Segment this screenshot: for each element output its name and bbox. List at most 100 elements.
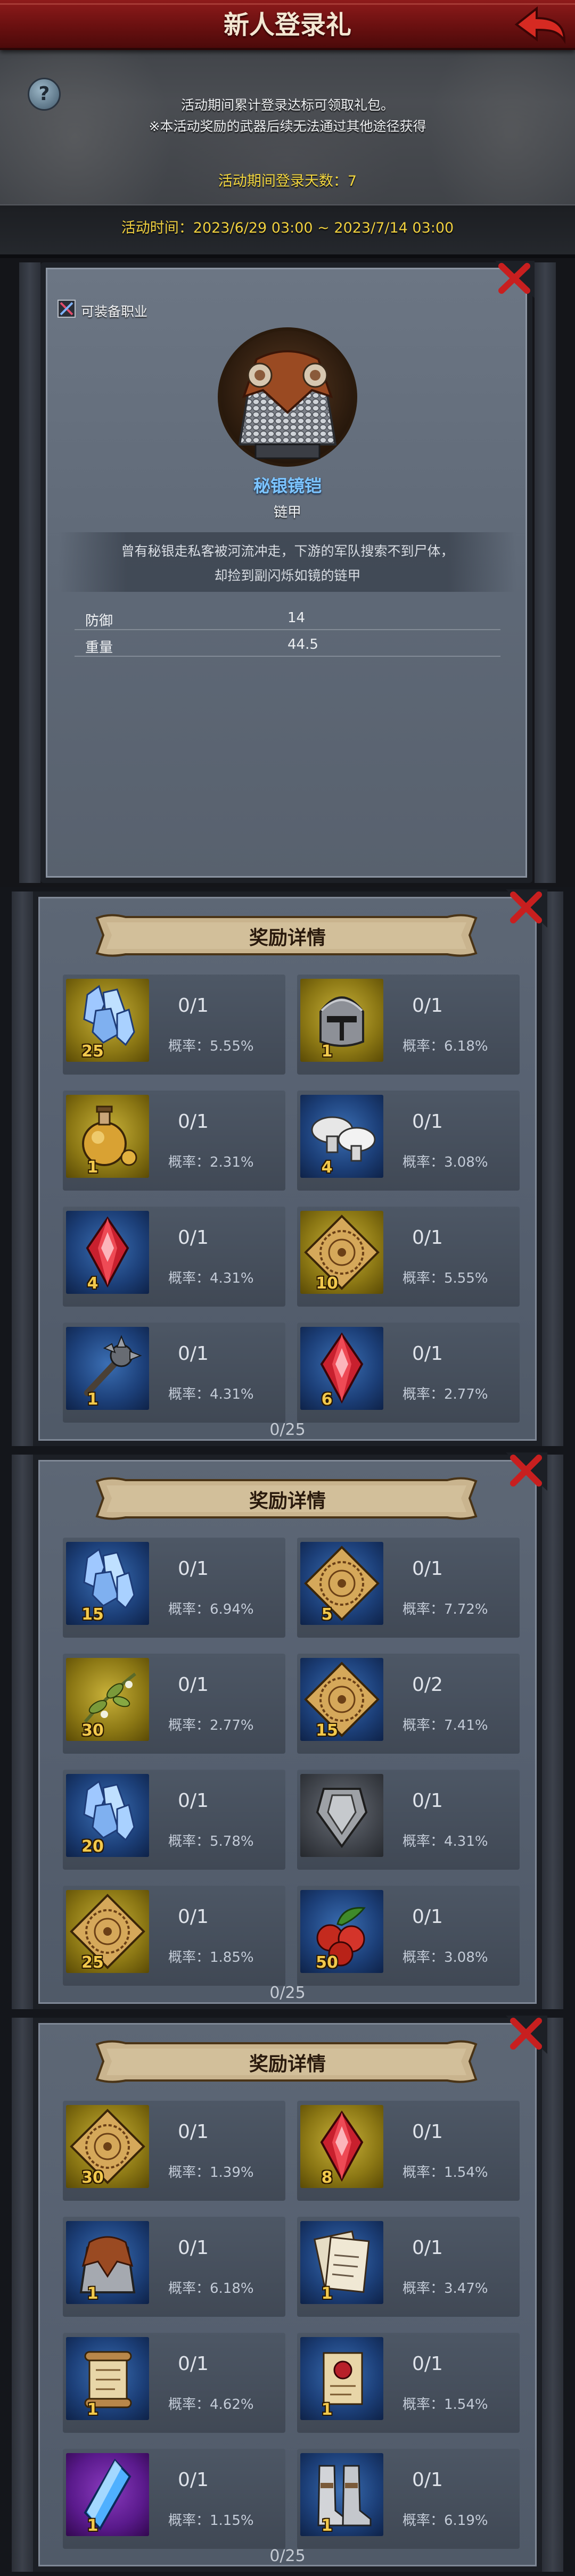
reward-item-probability: 概率：3.08% [402, 1154, 488, 1170]
reward-item-icon-frame[interactable]: 50 [300, 1890, 383, 1973]
reward-item-icon-frame[interactable]: 1 [300, 2221, 383, 2304]
reward-item-count: 1 [87, 1390, 98, 1409]
reward-item[interactable]: 30 0/1 概率：1.39% [63, 2101, 285, 2201]
reward-item-probability: 概率：3.47% [402, 2281, 488, 2297]
reward-item-icon-frame[interactable]: 4 [300, 1095, 383, 1178]
reward-item-count: 1 [87, 2516, 98, 2535]
reward-item-count: 1 [87, 2284, 98, 2303]
reward-item-progress: 0/1 [178, 2121, 209, 2143]
reward-item-count: 1 [321, 1042, 333, 1061]
right-rail [542, 1455, 563, 2009]
reward-item-probability: 概率：6.19% [402, 2513, 488, 2529]
reward-item-icon-frame[interactable]: 25 [66, 1890, 149, 1973]
reward-item-count: 20 [81, 1837, 104, 1856]
item-description-line1: 曾有秘银走私客被河流冲走，下游的军队搜索不到尸体， [121, 543, 454, 559]
reward-item[interactable]: 1 0/1 概率：2.31% [63, 1091, 285, 1191]
stat-name: 重量 [85, 640, 113, 656]
reward-item-probability: 概率：2.77% [168, 1718, 254, 1733]
reward-item-count: 25 [81, 1042, 104, 1061]
reward-item-probability: 概率：1.15% [168, 2513, 254, 2529]
reward-item-probability: 概率：1.39% [168, 2165, 254, 2181]
reward-item[interactable]: 25 0/1 概率：1.85% [63, 1886, 285, 1986]
reward-item[interactable]: 15 0/2 概率：7.41% [297, 1654, 520, 1754]
right-rail [542, 891, 563, 1446]
reward-item[interactable]: 10 0/1 概率：5.55% [297, 1207, 520, 1307]
reward-item[interactable]: 20 0/1 概率：5.78% [63, 1770, 285, 1870]
reward-item-count: 30 [81, 2168, 104, 2187]
reward-item-progress: 0/1 [178, 2469, 209, 2491]
reward-title: 奖励详情 [249, 927, 326, 949]
reward-item[interactable]: 50 0/1 概率：3.08% [297, 1886, 520, 1986]
reward-item[interactable]: 5 0/1 概率：7.72% [297, 1538, 520, 1638]
reward-item-icon-frame[interactable]: 1 [66, 1327, 149, 1410]
reward-item[interactable]: 15 0/1 概率：6.94% [63, 1538, 285, 1638]
equip-class-label[interactable]: 可装备职业 [81, 301, 147, 320]
reward-item-icon-frame[interactable]: 1 [66, 1095, 149, 1178]
mithril-mirror-armor-portrait [218, 327, 357, 467]
reward-item-icon-frame[interactable]: 4 [66, 1211, 149, 1294]
reward-item-progress: 0/1 [178, 1343, 209, 1365]
reward-item-icon-frame[interactable] [300, 1774, 383, 1857]
reward-item[interactable]: 1 0/1 概率：6.19% [297, 2449, 520, 2549]
reward-item-progress: 0/1 [178, 2353, 209, 2375]
reward-item-probability: 概率：4.62% [168, 2397, 254, 2413]
reward-item-progress: 0/1 [178, 1906, 209, 1928]
reward-item-progress: 0/1 [412, 1906, 443, 1928]
equip-class-icon[interactable] [58, 300, 76, 318]
reward-item-icon-frame[interactable]: 25 [66, 979, 149, 1062]
reward-item-icon-frame[interactable]: 8 [300, 2105, 383, 2188]
reward-item[interactable]: 1 0/1 概率：3.47% [297, 2217, 520, 2317]
armor-plate-icon [316, 1788, 368, 1848]
reward-item[interactable]: 4 0/1 概率：4.31% [63, 1207, 285, 1307]
reward-item-progress: 0/1 [178, 995, 209, 1017]
left-rail [12, 891, 33, 1446]
reward-item[interactable]: 1 0/1 概率：1.54% [297, 2333, 520, 2433]
reward-item[interactable]: 0/1 概率：4.31% [297, 1770, 520, 1870]
reward-item-progress: 0/1 [412, 1790, 443, 1812]
reward-item-icon-frame[interactable]: 1 [300, 2453, 383, 2536]
reward-item[interactable]: 1 0/1 概率：6.18% [63, 2217, 285, 2317]
reward-item[interactable]: 8 0/1 概率：1.54% [297, 2101, 520, 2201]
reward-item-count: 1 [87, 1158, 98, 1177]
reward-item[interactable]: 1 0/1 概率：6.18% [297, 975, 520, 1075]
reward-item-probability: 概率：6.94% [168, 1601, 254, 1617]
reward-item-progress: 0/1 [412, 1227, 443, 1249]
reward-title: 奖励详情 [249, 1490, 326, 1512]
reward-item-icon-frame[interactable]: 1 [300, 979, 383, 1062]
reward-item-count: 25 [81, 1953, 104, 1972]
reward-item[interactable]: 1 0/1 概率：1.15% [63, 2449, 285, 2549]
close-button[interactable] [495, 261, 535, 298]
reward-item[interactable]: 1 0/1 概率：4.31% [63, 1323, 285, 1423]
reward-item-icon-frame[interactable]: 15 [66, 1542, 149, 1625]
reward-item[interactable]: 1 0/1 概率：4.62% [63, 2333, 285, 2433]
back-arrow-icon [514, 6, 566, 44]
reward-item-icon-frame[interactable]: 1 [66, 2337, 149, 2420]
reward-item-count: 1 [321, 2400, 333, 2419]
reward-item[interactable]: 4 0/1 概率：3.08% [297, 1091, 520, 1191]
reward-item[interactable]: 30 0/1 概率：2.77% [63, 1654, 285, 1754]
reward-item-progress: 0/1 [412, 1558, 443, 1580]
reward-title: 奖励详情 [249, 2053, 326, 2075]
reward-item-probability: 概率：5.78% [168, 1834, 254, 1850]
reward-item-progress: 0/1 [178, 1790, 209, 1812]
reward-item-icon-frame[interactable]: 1 [300, 2337, 383, 2420]
reward-total-progress: 0/25 [269, 2547, 306, 2565]
reward-item-icon-frame[interactable]: 30 [66, 2105, 149, 2188]
reward-item-icon-frame[interactable]: 1 [66, 2221, 149, 2304]
reward-item-icon-frame[interactable]: 5 [300, 1542, 383, 1625]
reward-item-icon-frame[interactable]: 15 [300, 1658, 383, 1741]
reward-item-count: 15 [316, 1721, 338, 1740]
reward-item[interactable]: 25 0/1 概率：5.55% [63, 975, 285, 1075]
reward-item-icon-frame[interactable]: 20 [66, 1774, 149, 1857]
reward-item-icon-frame[interactable]: 10 [300, 1211, 383, 1294]
reward-item-count: 1 [87, 2400, 98, 2419]
reward-item-icon-frame[interactable]: 6 [300, 1327, 383, 1410]
reward-item-icon-frame[interactable]: 30 [66, 1658, 149, 1741]
reward-item-progress: 0/2 [412, 1674, 443, 1696]
reward-item-probability: 概率：6.18% [168, 2281, 254, 2297]
reward-item-icon-frame[interactable]: 1 [66, 2453, 149, 2536]
reward-item[interactable]: 6 0/1 概率：2.77% [297, 1323, 520, 1423]
reward-item-progress: 0/1 [412, 2353, 443, 2375]
reward-item-progress: 0/1 [178, 1227, 209, 1249]
back-button[interactable] [511, 3, 570, 46]
